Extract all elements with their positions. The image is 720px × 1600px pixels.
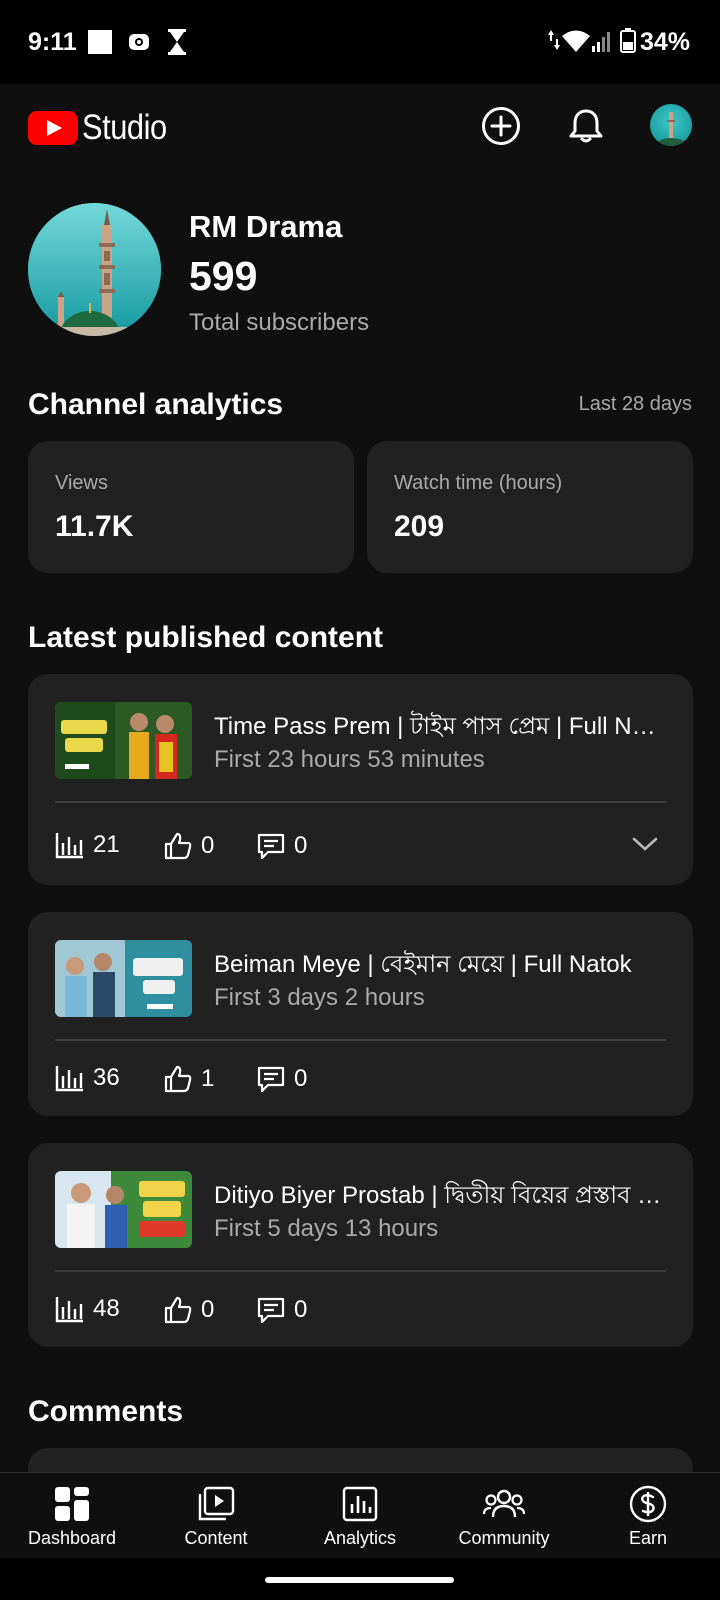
nav-community[interactable]: Community <box>432 1473 576 1558</box>
likes-metric: 0 <box>163 1295 214 1325</box>
hourglass-icon <box>168 29 186 55</box>
latest-content-title: Latest published content <box>28 621 384 654</box>
app-bar: Studio <box>0 84 720 170</box>
nav-analytics[interactable]: Analytics <box>288 1473 432 1558</box>
channel-avatar[interactable] <box>28 203 161 336</box>
nav-label: Analytics <box>323 1528 397 1548</box>
nav-dashboard[interactable]: Dashboard <box>0 1473 144 1558</box>
likes-metric: 1 <box>163 1064 214 1094</box>
comments-title: Comments <box>28 1395 184 1428</box>
account-avatar[interactable] <box>650 104 692 146</box>
comment-icon <box>257 1297 285 1324</box>
video-period: First 23 hours 53 minutes <box>214 746 485 773</box>
dashboard-icon <box>55 1487 89 1521</box>
channel-name: RM Drama <box>189 209 343 244</box>
comments-count: 0 <box>294 1296 308 1323</box>
nav-label: Community <box>458 1528 550 1548</box>
create-button[interactable] <box>479 104 523 148</box>
wifi-icon <box>562 30 590 52</box>
content-icon <box>198 1486 235 1521</box>
notifications-bell-icon[interactable] <box>564 104 608 148</box>
views-count: 21 <box>93 831 120 858</box>
nav-label: Content <box>184 1528 248 1548</box>
views-metric: 48 <box>55 1295 120 1323</box>
divider <box>55 1039 666 1041</box>
video-thumbnail <box>55 940 192 1017</box>
thumbs-up-icon <box>164 1065 192 1093</box>
likes-count: 1 <box>201 1065 215 1092</box>
bottom-nav: Dashboard Content Analytics Community Ea… <box>0 1472 720 1558</box>
video-card[interactable]: Beiman Meye | বেইমান মেয়ে | Full Natok … <box>28 912 693 1116</box>
stat-label: Watch time (hours) <box>394 472 563 494</box>
nav-label: Dashboard <box>27 1528 117 1548</box>
divider <box>55 801 666 803</box>
comments-count: 0 <box>294 1065 308 1092</box>
likes-metric: 0 <box>163 831 214 861</box>
status-bar: 9:11 34% <box>0 0 720 84</box>
comment-icon <box>257 1066 285 1093</box>
comments-metric: 0 <box>256 1064 307 1094</box>
logo-text: Studio <box>82 108 167 147</box>
notification-camera-icon <box>129 34 149 50</box>
nav-content[interactable]: Content <box>144 1473 288 1558</box>
stat-value: 11.7K <box>55 510 134 543</box>
nav-earn[interactable]: Earn <box>576 1473 720 1558</box>
video-thumbnail <box>55 1171 192 1248</box>
video-title: Beiman Meye | বেইমান মেয়ে | Full Natok <box>214 951 632 978</box>
video-card[interactable]: Ditiyo Biyer Prostab | দ্বিতীয় বিয়ের প… <box>28 1143 693 1347</box>
analytics-title: Channel analytics <box>28 388 284 421</box>
nav-label: Earn <box>628 1528 668 1548</box>
video-period: First 3 days 2 hours <box>214 984 425 1011</box>
views-card[interactable]: Views 11.7K <box>28 441 354 573</box>
stat-value: 209 <box>394 510 445 543</box>
video-title: Ditiyo Biyer Prostab | দ্বিতীয় বিয়ের প… <box>214 1182 666 1209</box>
home-gesture-bar[interactable] <box>265 1577 454 1583</box>
studio-logo[interactable]: Studio <box>28 108 178 148</box>
earn-icon <box>629 1485 667 1523</box>
battery-percent: 34% <box>639 28 690 56</box>
video-title: Time Pass Prem | টাইম পাস প্রেম | Full N… <box>214 713 666 740</box>
views-metric: 36 <box>55 1064 120 1092</box>
stat-label: Views <box>55 472 108 494</box>
analytics-icon <box>342 1486 378 1522</box>
notification-square-icon <box>88 30 112 54</box>
subscriber-label: Total subscribers <box>189 309 370 336</box>
youtube-logo-icon <box>28 111 78 145</box>
likes-count: 0 <box>201 832 215 859</box>
thumbs-up-icon <box>164 1296 192 1324</box>
comments-count: 0 <box>294 832 308 859</box>
comment-icon <box>257 833 285 860</box>
bar-chart-icon <box>55 1297 83 1323</box>
bar-chart-icon <box>55 833 83 859</box>
video-card[interactable]: Time Pass Prem | টাইম পাস প্রেম | Full N… <box>28 674 693 885</box>
video-thumbnail <box>55 702 192 779</box>
battery-icon <box>620 28 636 53</box>
video-period: First 5 days 13 hours <box>214 1215 439 1242</box>
watch-time-card[interactable]: Watch time (hours) 209 <box>367 441 693 573</box>
likes-count: 0 <box>201 1296 215 1323</box>
data-arrows-icon <box>548 30 560 50</box>
comments-metric: 0 <box>256 1295 307 1325</box>
cell-signal-icon <box>592 32 610 52</box>
chevron-down-icon[interactable] <box>632 836 658 852</box>
comments-metric: 0 <box>256 831 307 861</box>
views-count: 48 <box>93 1295 120 1322</box>
bar-chart-icon <box>55 1066 83 1092</box>
views-metric: 21 <box>55 831 120 859</box>
divider <box>55 1270 666 1272</box>
analytics-period: Last 28 days <box>578 393 692 415</box>
thumbs-up-icon <box>164 832 192 860</box>
status-time: 9:11 <box>28 28 77 56</box>
community-icon <box>482 1489 526 1518</box>
subscriber-count: 599 <box>189 253 258 299</box>
views-count: 36 <box>93 1064 120 1091</box>
